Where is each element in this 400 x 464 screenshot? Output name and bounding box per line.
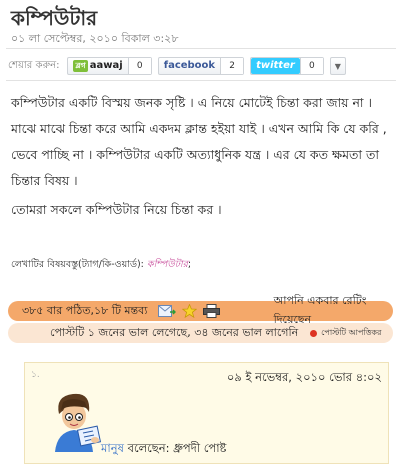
twitter-count: 0: [299, 58, 323, 74]
divider: [6, 80, 396, 81]
likes-summary: পোস্টটি ১ জনের ভাল লেগেছে, ৩৪ জনের ভাল ল…: [50, 325, 299, 339]
aawaj-logo: ব্লগ aawaj: [68, 58, 127, 74]
comment-item: ১. ০৯ ই নভেম্বর, ২০১০ ভোর ৪:০২ মানুষ বলে…: [24, 362, 389, 464]
aawaj-count: 0: [127, 58, 151, 74]
post-body: কম্পিউটার একটি বিস্ময় জনক সৃষ্টি । এ নি…: [11, 95, 387, 188]
comment-author-link[interactable]: মানুষ: [101, 441, 124, 455]
star-favorite-icon[interactable]: [181, 304, 197, 318]
facebook-share-button[interactable]: facebook 2: [157, 57, 245, 75]
share-bar: শেয়ার করুন: ব্লগ aawaj 0 facebook 2 twit…: [8, 55, 346, 77]
comment-number: ১.: [31, 370, 40, 380]
report-offensive-link[interactable]: পোস্টটি আপত্তিকর: [321, 327, 381, 340]
aawaj-badge: ব্লগ: [73, 60, 88, 72]
facebook-logo: facebook: [163, 60, 216, 71]
tags-label: লেখাটির বিষয়বস্তু(ট্যাগ/কি-ওয়ার্ড):: [11, 259, 144, 270]
blog-post-page: কম্পিউটার ০১ লা সেপ্টেম্বর, ২০১০ বিকাল ৩…: [0, 0, 400, 464]
comment-text: বলেছেন: ধ্রুপদী পোষ্ট: [127, 441, 227, 455]
report-dot-icon: [310, 329, 318, 337]
tag-link[interactable]: কম্পিউটার: [147, 259, 188, 270]
aawaj-share-button[interactable]: ব্লগ aawaj 0: [67, 57, 152, 75]
post-likes-bar: পোস্টটি ১ জনের ভাল লেগেছে, ৩৪ জনের ভাল ল…: [8, 323, 393, 343]
divider: [6, 48, 396, 49]
print-icon[interactable]: [202, 304, 220, 318]
twitter-logo: twitter: [251, 58, 300, 74]
aawaj-label: aawaj: [89, 60, 123, 71]
reads-comments-count[interactable]: ৩৮৫ বার পঠিত,১৮ টি মন্তব্য: [8, 302, 158, 321]
chevron-down-icon: ▼: [334, 61, 341, 71]
more-share-dropdown[interactable]: ▼: [329, 57, 346, 75]
email-forward-icon[interactable]: [157, 304, 176, 318]
twitter-share-button[interactable]: twitter 0: [250, 57, 324, 75]
post-date: ০১ লা সেপ্টেম্বর, ২০১০ বিকাল ৩:২৮: [11, 32, 179, 45]
post-tags: লেখাটির বিষয়বস্তু(ট্যাগ/কি-ওয়ার্ড): কম…: [11, 258, 191, 273]
share-label: শেয়ার করুন:: [8, 59, 60, 71]
comment-time: ০৯ ই নভেম্বর, ২০১০ ভোর ৪:০২: [226, 370, 382, 384]
facebook-count: 2: [220, 58, 244, 74]
tags-suffix: ;: [187, 259, 192, 270]
comment-byline: মানুষ বলেছেন: ধ্রুপদী পোষ্ট: [101, 440, 226, 459]
post-stats-bar: ৩৮৫ বার পঠিত,১৮ টি মন্তব্য আপনি একবার রে…: [8, 294, 393, 326]
post-body-paragraph-2: তোমরা সকলে কম্পিউটার নিয়ে চিন্তা কর ।: [11, 202, 222, 217]
